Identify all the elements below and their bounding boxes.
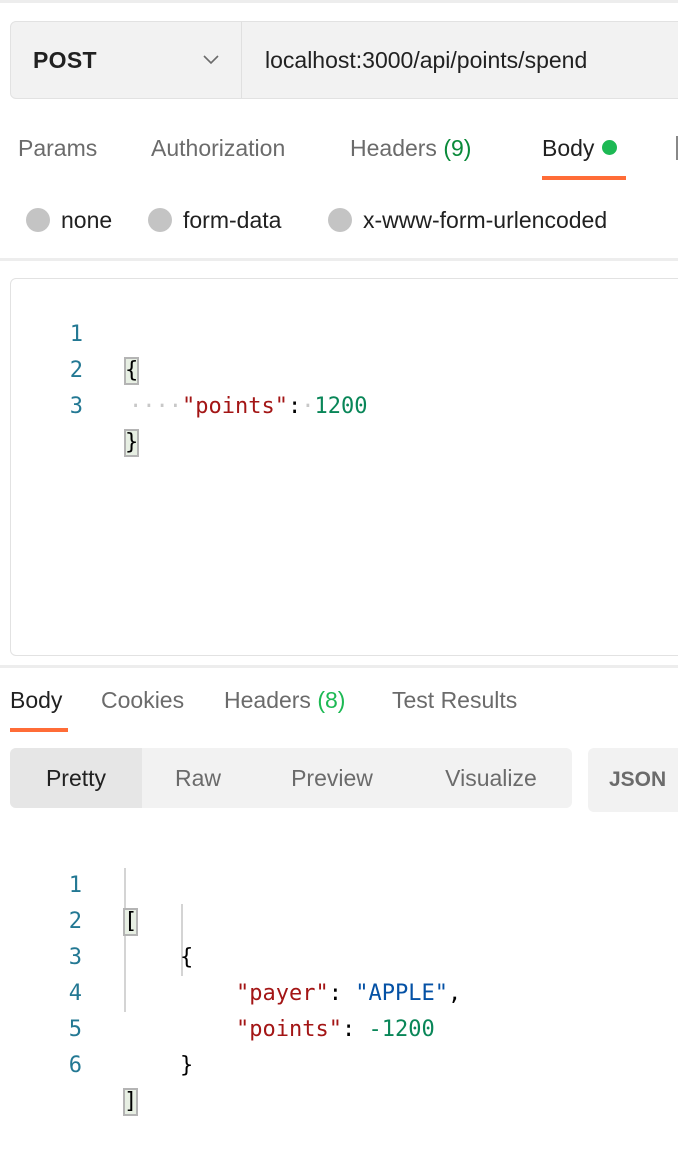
radio-label: x-www-form-urlencoded xyxy=(363,206,608,233)
response-line: 6 ] xyxy=(0,1012,139,1116)
request-body-editor[interactable]: 1 { 2 ····"points":·1200 3 } xyxy=(10,278,678,656)
line-number: 6 xyxy=(68,1053,82,1078)
tab-label: Test Results xyxy=(392,687,518,713)
json-colon: : xyxy=(328,981,342,1006)
active-tab-indicator xyxy=(10,728,68,732)
view-visualize[interactable]: Visualize xyxy=(410,748,572,808)
json-key: "points" xyxy=(181,394,288,419)
radio-circle-icon xyxy=(148,208,172,232)
json-key: "points" xyxy=(236,1017,342,1042)
whitespace-marker: ···· xyxy=(129,394,182,419)
response-tab-test-results[interactable]: Test Results xyxy=(392,680,517,720)
indent-guide xyxy=(124,868,126,1012)
headers-count-badge: (9) xyxy=(443,135,472,161)
radio-form-data[interactable]: form-data xyxy=(148,200,281,240)
response-tab-body[interactable]: Body xyxy=(10,680,62,720)
response-line: 2 { xyxy=(0,868,194,970)
response-line: 4 "points": -1200 xyxy=(0,940,435,1042)
section-divider xyxy=(0,258,678,261)
radio-circle-icon xyxy=(26,208,50,232)
headers-count-badge: (8) xyxy=(317,687,346,713)
tab-label: Headers xyxy=(224,687,311,713)
tab-label: Headers xyxy=(350,135,437,161)
response-line: 1 [ xyxy=(0,832,139,936)
open-brace: { xyxy=(180,945,194,970)
tab-label: Body xyxy=(10,687,63,713)
response-tab-cookies[interactable]: Cookies xyxy=(101,680,184,720)
response-line: 5 } xyxy=(0,976,194,1078)
top-divider xyxy=(0,0,678,3)
body-type-radios: none form-data x-www-form-urlencoded xyxy=(0,200,678,240)
line-number: 3 xyxy=(69,394,83,419)
radio-label: none xyxy=(61,206,113,233)
radio-label: form-data xyxy=(183,206,282,233)
request-tabs: Params Authorization Headers (9) Body xyxy=(0,128,678,184)
view-raw[interactable]: Raw xyxy=(142,748,254,808)
json-key: "payer" xyxy=(236,981,329,1006)
json-number: -1200 xyxy=(368,1017,435,1042)
open-bracket: [ xyxy=(123,908,139,936)
editor-line: 3 } xyxy=(11,353,140,457)
tab-authorization[interactable]: Authorization xyxy=(151,128,285,168)
tab-params[interactable]: Params xyxy=(18,128,97,168)
radio-circle-icon xyxy=(328,208,352,232)
view-label: Raw xyxy=(174,764,221,791)
close-bracket: ] xyxy=(123,1088,139,1116)
tab-label: Body xyxy=(542,135,595,161)
method-select[interactable]: POST xyxy=(11,22,242,98)
view-pretty[interactable]: Pretty xyxy=(10,748,142,808)
json-number: 1200 xyxy=(314,394,368,419)
tab-headers[interactable]: Headers (9) xyxy=(350,128,471,168)
json-comma: , xyxy=(447,981,462,1006)
request-url-bar: POST xyxy=(10,21,678,99)
json-colon: : xyxy=(287,394,302,419)
radio-none[interactable]: none xyxy=(26,200,112,240)
close-brace: } xyxy=(180,1053,194,1078)
response-format-select[interactable]: JSON xyxy=(588,748,678,812)
method-label: POST xyxy=(33,46,97,73)
json-colon: : xyxy=(341,1017,356,1042)
view-label: Pretty xyxy=(45,764,107,791)
tab-label: Params xyxy=(18,135,98,161)
radio-x-www-form-urlencoded[interactable]: x-www-form-urlencoded xyxy=(328,200,607,240)
open-brace: { xyxy=(124,357,140,385)
view-preview[interactable]: Preview xyxy=(254,748,410,808)
response-tabs: Body Cookies Headers (8) Test Results xyxy=(0,680,678,736)
editor-line: 1 { xyxy=(11,281,140,385)
view-label: Preview xyxy=(291,764,373,791)
tab-label: Cookies xyxy=(101,687,185,713)
editor-line: 2 ····"points":·1200 xyxy=(11,317,368,419)
tab-body[interactable]: Body xyxy=(542,128,618,168)
close-brace: } xyxy=(124,429,140,457)
response-body-viewer: 1 [ 2 { 3 "payer": "APPLE", 4 "points": … xyxy=(0,832,678,1116)
response-tab-headers[interactable]: Headers (8) xyxy=(224,680,345,720)
json-string: "APPLE" xyxy=(355,981,448,1006)
section-divider xyxy=(0,665,678,668)
response-line: 3 "payer": "APPLE", xyxy=(0,904,461,1006)
body-modified-dot-icon xyxy=(602,140,618,155)
format-label: JSON xyxy=(609,768,667,791)
active-tab-indicator xyxy=(542,176,626,180)
view-label: Visualize xyxy=(445,764,537,791)
url-input[interactable] xyxy=(242,22,678,98)
tab-label: Authorization xyxy=(151,135,286,161)
chevron-down-icon xyxy=(201,50,221,70)
whitespace-marker: · xyxy=(301,394,315,419)
response-view-modes: Pretty Raw Preview Visualize xyxy=(10,748,572,808)
